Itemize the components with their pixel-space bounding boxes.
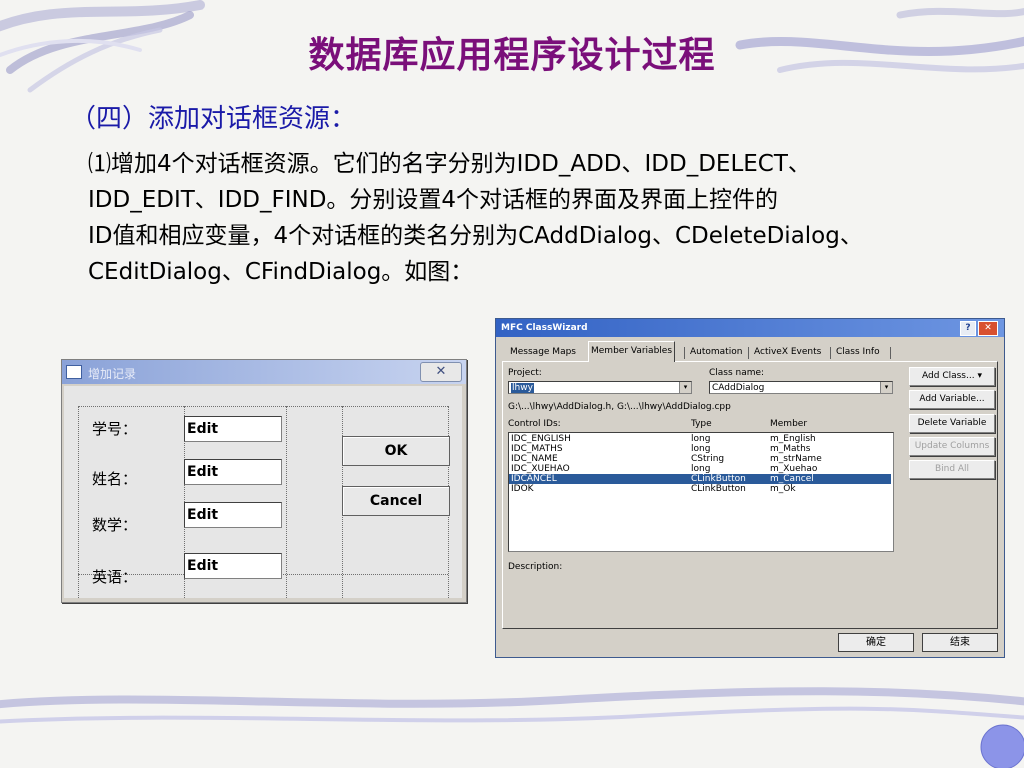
bind-all-button[interactable]: Bind All [909, 460, 995, 479]
type-cell: CLinkButton [691, 484, 746, 494]
type-header: Type [691, 419, 712, 429]
math-label: 数学： [92, 516, 138, 534]
add-class-button[interactable]: Add Class... ▾ [909, 367, 995, 386]
english-label: 英语： [92, 568, 138, 586]
control-id-cell: IDCANCEL [511, 474, 557, 484]
dialog-canvas: 学号： 姓名： 数学： 英语： Edit Edit Edit Edit OK C… [64, 386, 462, 598]
guide-line [78, 406, 79, 598]
close-icon[interactable]: ✕ [978, 321, 998, 336]
student-id-edit[interactable]: Edit [184, 416, 282, 442]
tab-separator [684, 347, 685, 359]
chevron-down-icon: ▾ [679, 382, 691, 393]
member-variables-panel: Project: Class name: lhwy ▾ CAddDialog ▾… [502, 361, 998, 629]
close-icon[interactable]: ✕ [420, 362, 462, 382]
tab-class-info[interactable]: Class Info [836, 343, 880, 361]
class-name-value: CAddDialog [712, 383, 765, 393]
tab-automation[interactable]: Automation [690, 343, 742, 361]
student-id-label: 学号： [92, 420, 138, 438]
member-cell: m_Maths [770, 444, 811, 454]
file-path: G:\...\lhwy\AddDialog.h, G:\...\lhwy\Add… [508, 402, 731, 412]
control-id-cell: IDC_MATHS [511, 444, 563, 454]
table-row[interactable]: IDOK CLinkButton m_Ok [509, 484, 891, 494]
body-line: IDD_EDIT、IDD_FIND。分别设置4个对话框的界面及界面上控件的 [88, 187, 779, 213]
control-id-cell: IDC_NAME [511, 454, 558, 464]
table-row-selected[interactable]: IDCANCEL CLinkButton m_Cancel [509, 474, 891, 484]
window-icon [66, 365, 82, 379]
tab-separator [748, 347, 749, 359]
math-edit[interactable]: Edit [184, 502, 282, 528]
tab-separator [830, 347, 831, 359]
tab-member-variables[interactable]: Member Variables [588, 341, 676, 362]
control-ids-header: Control IDs: [508, 419, 561, 429]
english-edit[interactable]: Edit [184, 553, 282, 579]
type-cell: long [691, 434, 711, 444]
project-label: Project: [508, 368, 542, 378]
type-cell: CLinkButton [691, 474, 746, 484]
update-columns-button[interactable]: Update Columns [909, 437, 995, 456]
add-record-dialog: 增加记录 ✕ 学号： 姓名： 数学： 英语： Edit Edit Edit Ed… [61, 359, 467, 603]
slide-title: 数据库应用程序设计过程 [308, 35, 716, 76]
project-combo[interactable]: lhwy ▾ [508, 381, 692, 394]
member-header: Member [770, 419, 808, 429]
body-line: ID值和相应变量，4个对话框的类名分别为CAddDialog、CDeleteDi… [88, 223, 863, 249]
member-cell: m_English [770, 434, 816, 444]
class-name-combo[interactable]: CAddDialog ▾ [709, 381, 893, 394]
mfc-classwizard-dialog: MFC ClassWizard ? ✕ Message Maps Member … [495, 318, 1005, 658]
help-icon[interactable]: ? [960, 321, 976, 336]
add-variable-button[interactable]: Add Variable... [909, 390, 995, 409]
table-row[interactable]: IDC_NAME CString m_strName [509, 454, 891, 464]
body-paragraph: ⑴增加4个对话框资源。它们的名字分别为IDD_ADD、IDD_DELECT、 I… [88, 146, 1008, 290]
control-id-cell: IDOK [511, 484, 534, 494]
ok-button[interactable]: OK [342, 436, 450, 466]
delete-variable-button[interactable]: Delete Variable [909, 414, 995, 433]
add-record-title: 增加记录 [88, 367, 137, 381]
control-id-cell: IDC_XUEHAO [511, 464, 570, 474]
name-label: 姓名： [92, 470, 138, 488]
body-line: ⑴增加4个对话框资源。它们的名字分别为IDD_ADD、IDD_DELECT、 [88, 151, 811, 177]
table-row[interactable]: IDC_MATHS long m_Maths [509, 444, 891, 454]
type-cell: long [691, 464, 711, 474]
control-id-cell: IDC_ENGLISH [511, 434, 571, 444]
chevron-down-icon: ▾ [880, 382, 892, 393]
table-row[interactable]: IDC_XUEHAO long m_Xuehao [509, 464, 891, 474]
table-row[interactable]: IDC_ENGLISH long m_English [509, 434, 891, 444]
member-cell: m_strName [770, 454, 822, 464]
type-cell: CString [691, 454, 725, 464]
classwizard-title: MFC ClassWizard [501, 323, 588, 333]
guide-line [286, 406, 287, 598]
body-line: CEditDialog、CFindDialog。如图： [88, 259, 474, 285]
type-cell: long [691, 444, 711, 454]
member-cell: m_Cancel [770, 474, 814, 484]
project-value: lhwy [511, 383, 534, 393]
classwizard-titlebar: MFC ClassWizard ? ✕ [496, 319, 1004, 337]
tab-message-maps[interactable]: Message Maps [510, 343, 576, 361]
tab-activex-events[interactable]: ActiveX Events [754, 343, 821, 361]
name-edit[interactable]: Edit [184, 459, 282, 485]
description-label: Description: [508, 562, 563, 572]
class-name-label: Class name: [709, 368, 765, 378]
cancel-button[interactable]: Cancel [342, 486, 450, 516]
member-cell: m_Xuehao [770, 464, 818, 474]
confirm-button[interactable]: 确定 [838, 633, 914, 652]
section-heading: （四）添加对话框资源： [70, 104, 357, 134]
tab-separator [890, 347, 891, 359]
member-cell: m_Ok [770, 484, 796, 494]
close-button[interactable]: 结束 [922, 633, 998, 652]
add-record-titlebar: 增加记录 ✕ [62, 360, 466, 384]
control-ids-list[interactable]: IDC_ENGLISH long m_English IDC_MATHS lon… [508, 432, 894, 552]
guide-line [78, 406, 448, 407]
